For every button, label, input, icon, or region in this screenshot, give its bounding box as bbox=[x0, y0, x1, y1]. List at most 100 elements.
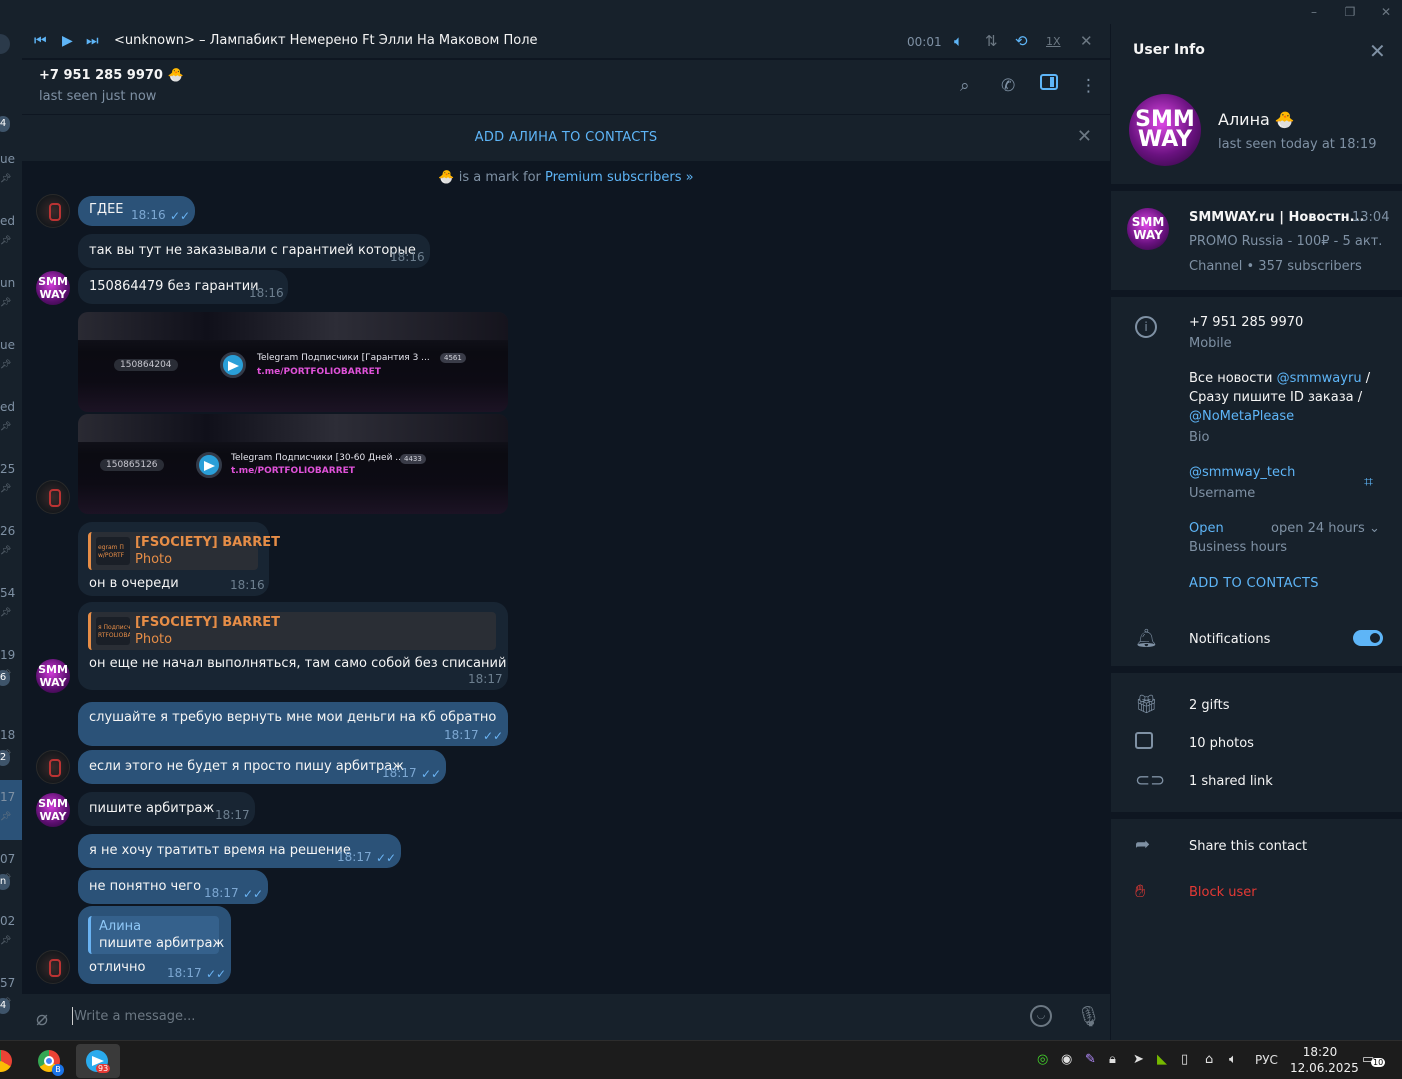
pin-icon: 📌︎ bbox=[0, 812, 12, 822]
lock-icon[interactable]: 🔒︎ bbox=[1109, 1052, 1116, 1067]
avatar[interactable] bbox=[0, 34, 10, 54]
channel-time: 13:04 bbox=[1352, 210, 1390, 225]
avatar[interactable]: SMM WAY bbox=[36, 793, 70, 827]
play-icon[interactable]: ▶ bbox=[62, 33, 73, 49]
close-icon[interactable]: ✕ bbox=[1369, 39, 1386, 63]
photo-message[interactable]: 150865126 Telegram Подписчики [30-60 Дне… bbox=[78, 414, 508, 514]
avatar[interactable]: SMM WAY bbox=[36, 659, 70, 693]
avatar[interactable] bbox=[36, 950, 70, 984]
message-bubble[interactable]: слушайте я требую вернуть мне мои деньги… bbox=[78, 702, 508, 746]
notification-center-icon[interactable]: ▭ 10 bbox=[1362, 1052, 1386, 1067]
speed-button[interactable]: 1X bbox=[1046, 35, 1061, 48]
close-player-icon[interactable]: ✕ bbox=[1080, 32, 1093, 50]
photos-icon bbox=[1135, 732, 1153, 749]
emoji-icon[interactable]: ◡ bbox=[1030, 1005, 1052, 1027]
message-bubble[interactable]: пишите арбитраж 18:17 bbox=[78, 792, 255, 826]
unread-badge: 4 bbox=[0, 998, 10, 1014]
user-info-panel: User Info ✕ SMM WAY Алина 🐣 last seen to… bbox=[1110, 24, 1402, 1040]
avatar[interactable] bbox=[36, 750, 70, 784]
block-user-button[interactable]: Block user bbox=[1189, 885, 1257, 900]
bio-link[interactable]: @NoMetaPlease bbox=[1189, 409, 1294, 424]
avatar[interactable]: SMM WAY bbox=[1129, 94, 1201, 166]
message-bubble[interactable]: Алина пишите арбитраж отлично 18:17 ✓✓ bbox=[78, 906, 231, 984]
order-icon[interactable]: ⇅ bbox=[985, 32, 998, 50]
read-check-icon: ✓✓ bbox=[376, 851, 397, 865]
pin-icon: 📌︎ bbox=[0, 236, 12, 246]
minimize-icon[interactable]: – bbox=[1306, 4, 1322, 20]
panel-title: User Info bbox=[1133, 42, 1205, 58]
steam-icon[interactable]: ◉ bbox=[1061, 1052, 1072, 1067]
phone-icon[interactable]: ✆ bbox=[1001, 76, 1015, 96]
telegram-tray-icon[interactable]: ➤ bbox=[1133, 1052, 1144, 1067]
message-input[interactable]: Write a message... bbox=[74, 1009, 195, 1024]
message-bubble[interactable]: 150864479 без гарантии 18:16 bbox=[78, 270, 288, 304]
phone-number[interactable]: +7 951 285 9970 bbox=[1189, 315, 1303, 330]
message-list[interactable]: ГДЕЕ 18:16 ✓✓ так вы тут не заказывали с… bbox=[22, 192, 1110, 992]
previous-track-icon[interactable]: ⏮ bbox=[34, 33, 47, 49]
razer-icon[interactable]: ◎ bbox=[1037, 1052, 1048, 1067]
more-icon[interactable]: ⋮ bbox=[1080, 76, 1097, 96]
avatar[interactable]: SMM WAY bbox=[36, 271, 70, 305]
chrome-icon[interactable]: B bbox=[28, 1044, 72, 1078]
gift-icon: 🎁︎ bbox=[1135, 694, 1158, 715]
next-track-icon[interactable]: ⏭ bbox=[86, 33, 99, 49]
photo-message[interactable]: 150864204 Telegram Подписчики [Гарантия … bbox=[78, 312, 508, 412]
username-link[interactable]: @smmway_tech bbox=[1189, 465, 1295, 480]
reply-quote[interactable]: я Подписчик RTFOLIOBAR [FSOCIETY] BARRET… bbox=[88, 612, 496, 650]
track-title[interactable]: <unknown> – Лампабикт Немерено Ft Элли Н… bbox=[114, 33, 538, 48]
reply-quote[interactable]: Алина пишите арбитраж bbox=[88, 916, 224, 954]
search-icon[interactable]: ⌕ bbox=[960, 76, 970, 96]
attach-icon[interactable]: ⌀ bbox=[36, 1006, 48, 1030]
message-bubble[interactable]: я не хочу тратитьт время на решение 18:1… bbox=[78, 834, 401, 868]
windows-taskbar: B 93 ◎ ◉ ✎ 🔒︎ ➤ ◣ ▯ ⌂ 🔈︎ РУС 18:20 12.06.… bbox=[0, 1040, 1402, 1079]
premium-emoji-icon: 🐣 bbox=[438, 170, 455, 185]
taskbar-clock[interactable]: 18:20 12.06.2025 bbox=[1290, 1044, 1359, 1076]
business-hours-dropdown[interactable]: open 24 hours ⌄ bbox=[1271, 521, 1380, 536]
nvidia-icon[interactable]: ◣ bbox=[1157, 1052, 1167, 1067]
network-icon[interactable]: ⌂ bbox=[1205, 1052, 1213, 1067]
volume-icon[interactable]: 🔈︎ bbox=[1229, 1052, 1237, 1067]
gifts-link[interactable]: 2 gifts bbox=[1189, 698, 1230, 713]
message-bubble[interactable]: так вы тут не заказывали с гарантией кот… bbox=[78, 234, 430, 268]
usb-icon[interactable]: ▯ bbox=[1181, 1052, 1188, 1067]
message-bubble[interactable]: если этого не будет я просто пишу арбитр… bbox=[78, 750, 446, 784]
chat-list-fragment: ue bbox=[0, 338, 15, 352]
message-bubble[interactable]: я Подписчик RTFOLIOBAR [FSOCIETY] BARRET… bbox=[78, 602, 508, 690]
channel-preview: PROMO Russia - 100₽ - 5 акт. bbox=[1189, 234, 1383, 249]
browser-icon[interactable] bbox=[0, 1044, 30, 1078]
reply-quote[interactable]: egram П w/PORTF [FSOCIETY] BARRET Photo bbox=[88, 532, 280, 570]
bio-link[interactable]: @smmwayru bbox=[1277, 371, 1362, 386]
close-icon[interactable]: ✕ bbox=[1378, 4, 1394, 20]
shared-links-link[interactable]: 1 shared link bbox=[1189, 774, 1273, 789]
message-bubble[interactable]: ГДЕЕ 18:16 ✓✓ bbox=[78, 196, 195, 226]
telegram-icon bbox=[196, 452, 222, 478]
premium-note: 🐣 is a mark for Premium subscribers » bbox=[438, 170, 694, 185]
avatar[interactable] bbox=[36, 194, 70, 228]
username-label: Username bbox=[1189, 486, 1256, 501]
restore-icon[interactable]: ❐ bbox=[1342, 4, 1358, 20]
avatar[interactable] bbox=[36, 480, 70, 514]
photos-link[interactable]: 10 photos bbox=[1189, 736, 1254, 751]
business-hours-label: Business hours bbox=[1189, 540, 1288, 555]
pin-icon: 📌︎ bbox=[0, 360, 12, 370]
chat-list-edge: 4 ue 📌︎ ed 📌︎ un 📌︎ ue 📌︎ ed 📌︎ 25 📌︎ 26 📌︎ 54 📌︎ 19 📌︎ 6 18… bbox=[0, 24, 22, 1040]
link-icon: ⊂⊃ bbox=[1135, 770, 1166, 791]
add-to-contacts-link[interactable]: ADD АЛИНА TO CONTACTS bbox=[22, 130, 1110, 145]
qr-code-icon[interactable]: ⌗ bbox=[1364, 472, 1373, 492]
close-icon[interactable]: ✕ bbox=[1077, 126, 1092, 147]
repeat-icon[interactable]: ⟲ bbox=[1015, 32, 1028, 50]
pen-icon[interactable]: ✎ bbox=[1085, 1052, 1096, 1067]
share-contact-button[interactable]: Share this contact bbox=[1189, 839, 1307, 854]
sidebar-toggle-icon[interactable] bbox=[1040, 74, 1058, 90]
chat-title[interactable]: +7 951 285 9970 🐣 bbox=[39, 68, 184, 83]
message-bubble[interactable]: не понятно чего 18:17 ✓✓ bbox=[78, 870, 268, 904]
language-indicator[interactable]: РУС bbox=[1255, 1053, 1278, 1067]
notifications-toggle[interactable] bbox=[1353, 630, 1383, 646]
volume-icon[interactable]: 🔈︎ bbox=[954, 32, 963, 50]
premium-link[interactable]: Premium subscribers » bbox=[545, 170, 694, 185]
message-bubble[interactable]: egram П w/PORTF [FSOCIETY] BARRET Photo … bbox=[78, 522, 280, 596]
microphone-icon[interactable]: 🎙︎ bbox=[1076, 1004, 1101, 1028]
add-to-contacts-button[interactable]: ADD TO CONTACTS bbox=[1189, 576, 1319, 591]
music-player: ⏮ ▶ ⏭ <unknown> – Лампабикт Немерено Ft … bbox=[22, 24, 1110, 59]
telegram-taskbar-icon[interactable]: 93 bbox=[76, 1044, 120, 1078]
